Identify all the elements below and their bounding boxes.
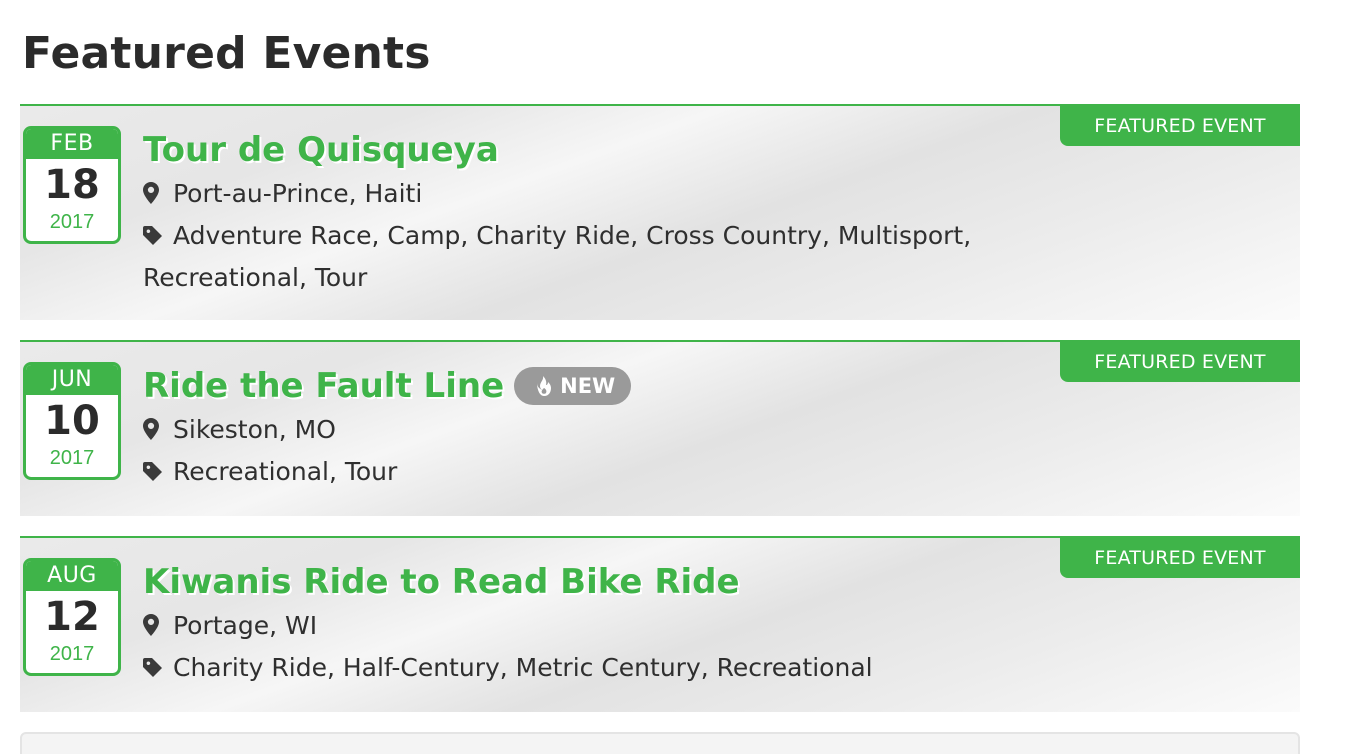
event-card[interactable]: FEATURED EVENT AUG 12 2017 Kiwanis Ride … [20,536,1300,712]
event-location: Sikeston, MO [143,410,1043,452]
event-card[interactable]: FEATURED EVENT FEB 18 2017 Tour de Quisq… [20,104,1300,320]
event-day: 12 [44,594,100,640]
event-tags: Recreational, Tour [143,452,1043,494]
event-date-badge: AUG 12 2017 [23,558,121,676]
featured-event-ribbon: FEATURED EVENT [1060,106,1300,146]
event-location-text: Port-au-Prince, Haiti [173,179,423,208]
event-location-text: Sikeston, MO [173,415,336,444]
event-day: 18 [44,162,100,208]
new-badge: NEW [514,367,632,405]
event-day: 10 [44,398,100,444]
event-details: Ride the Fault Line NEW Sikeston, MO Rec… [143,362,1043,494]
tag-icon [143,218,173,258]
featured-event-ribbon: FEATURED EVENT [1060,538,1300,578]
event-location: Portage, WI [143,606,1043,648]
event-month: JUN [26,365,118,395]
event-tags-links[interactable]: Adventure Race, Camp, Charity Ride, Cros… [143,221,971,292]
map-marker-icon [143,608,173,648]
event-year: 2017 [49,211,95,233]
event-month: AUG [26,561,118,591]
tag-icon [143,650,173,690]
event-location-text: Portage, WI [173,611,318,640]
event-tags: Charity Ride, Half-Century, Metric Centu… [143,648,1043,690]
event-details: Kiwanis Ride to Read Bike Ride Portage, … [143,558,1043,690]
new-badge-label: NEW [560,374,616,398]
event-title-link[interactable]: Tour de Quisqueya [143,130,499,170]
event-title-link[interactable]: Kiwanis Ride to Read Bike Ride [143,562,740,602]
event-details: Tour de Quisqueya Port-au-Prince, Haiti … [143,126,1043,298]
event-location: Port-au-Prince, Haiti [143,174,1043,216]
fire-icon [537,376,552,396]
event-title-row: Ride the Fault Line NEW [143,362,1043,410]
event-tags-links[interactable]: Recreational, Tour [173,457,397,486]
event-month: FEB [26,129,118,159]
featured-events-page: Featured Events FEATURED EVENT FEB 18 20… [0,0,1348,754]
event-year: 2017 [49,643,95,665]
map-marker-icon [143,176,173,216]
event-tags: Adventure Race, Camp, Charity Ride, Cros… [143,216,1043,298]
event-card[interactable]: FEATURED EVENT JUN 10 2017 Ride the Faul… [20,340,1300,516]
event-date-badge: FEB 18 2017 [23,126,121,244]
event-tags-links[interactable]: Charity Ride, Half-Century, Metric Centu… [173,653,873,682]
map-marker-icon [143,412,173,452]
event-list: FEATURED EVENT FEB 18 2017 Tour de Quisq… [20,104,1300,732]
event-title-row: Tour de Quisqueya [143,126,1043,174]
event-title-row: Kiwanis Ride to Read Bike Ride [143,558,1043,606]
featured-event-ribbon: FEATURED EVENT [1060,342,1300,382]
event-date-badge: JUN 10 2017 [23,362,121,480]
event-year: 2017 [49,447,95,469]
next-event-card [20,732,1300,754]
page-title: Featured Events [22,28,431,79]
tag-icon [143,454,173,494]
event-title-link[interactable]: Ride the Fault Line [143,366,504,406]
